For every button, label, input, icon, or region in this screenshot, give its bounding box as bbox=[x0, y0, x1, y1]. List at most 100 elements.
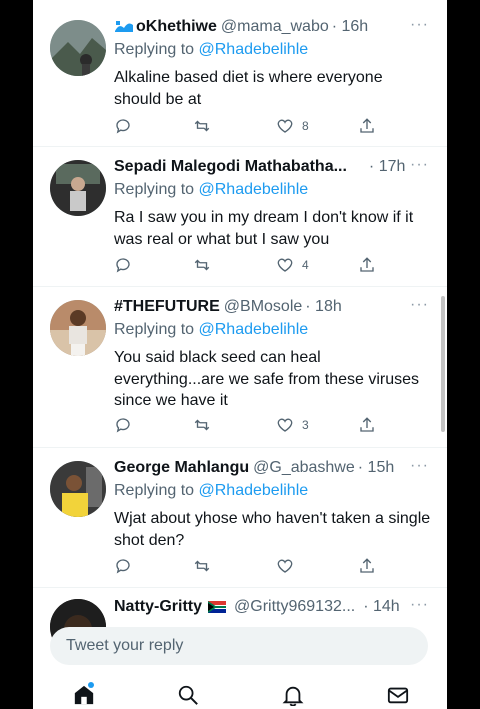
retweet-icon bbox=[194, 560, 210, 572]
like-count: 3 bbox=[302, 418, 309, 432]
display-name[interactable]: Natty-Gritty bbox=[114, 598, 202, 616]
bottom-navigation bbox=[33, 680, 447, 709]
mention-link[interactable]: @Rhadebelihle bbox=[199, 321, 309, 338]
mention-link[interactable]: @Rhadebelihle bbox=[199, 41, 309, 58]
tweet-text: Wjat about yhose who haven't taken a sin… bbox=[114, 510, 431, 549]
display-name[interactable]: George Mahlangu bbox=[114, 459, 249, 477]
tweet-text: You said black seed can heal everything.… bbox=[114, 349, 420, 409]
home-tab[interactable] bbox=[73, 682, 97, 708]
user-handle[interactable]: @BMosole bbox=[224, 298, 303, 316]
replying-to: Replying to @Rhadebelihle bbox=[114, 321, 308, 339]
tweet-header: #THEFUTURE @BMosole · 18h ··· bbox=[114, 296, 435, 318]
replying-to-label: Replying to bbox=[114, 321, 195, 338]
timestamp[interactable]: · 15h bbox=[358, 459, 394, 477]
heart-icon bbox=[277, 258, 293, 272]
more-options-icon[interactable]: ··· bbox=[410, 457, 429, 475]
like-button[interactable]: 3 bbox=[276, 415, 309, 435]
user-handle[interactable]: @Gritty969132... bbox=[234, 598, 355, 616]
like-count: 8 bbox=[302, 119, 309, 133]
reply-button[interactable] bbox=[114, 415, 132, 435]
tweet-actions: 3 bbox=[114, 415, 394, 435]
share-icon bbox=[360, 118, 374, 133]
search-tab[interactable] bbox=[177, 684, 201, 708]
reply-input[interactable] bbox=[64, 636, 408, 656]
mention-link[interactable]: @Rhadebelihle bbox=[199, 482, 309, 499]
timestamp[interactable]: · 18h bbox=[305, 298, 341, 316]
retweet-icon bbox=[194, 419, 210, 431]
user-handle[interactable]: @G_abashwe bbox=[253, 459, 355, 477]
messages-tab[interactable] bbox=[387, 684, 411, 708]
display-name[interactable]: Sepadi Malegodi Mathabatha... bbox=[114, 158, 347, 176]
display-name[interactable]: oKhethiwe bbox=[136, 18, 217, 36]
share-button[interactable] bbox=[358, 116, 376, 136]
scrollbar[interactable] bbox=[441, 296, 445, 432]
avatar[interactable] bbox=[50, 160, 106, 216]
tweet-text: Alkaline based diet is where everyone sh… bbox=[114, 69, 383, 108]
tweet-header: oKhethiwe @mama_wabo · 16h ··· bbox=[114, 16, 435, 38]
reply-button[interactable] bbox=[114, 116, 132, 136]
share-icon bbox=[360, 417, 374, 432]
timestamp[interactable]: · 17h bbox=[369, 158, 405, 176]
retweet-button[interactable] bbox=[193, 556, 211, 576]
tweet[interactable]: Sepadi Malegodi Mathabatha... · 17h ··· … bbox=[33, 147, 447, 287]
more-options-icon[interactable]: ··· bbox=[410, 16, 429, 34]
display-name[interactable]: #THEFUTURE bbox=[114, 298, 220, 316]
home-notification-dot bbox=[88, 682, 94, 688]
avatar[interactable] bbox=[50, 300, 106, 356]
timestamp[interactable]: · 14h bbox=[363, 598, 399, 616]
tweet-header: Sepadi Malegodi Mathabatha... · 17h ··· bbox=[114, 156, 435, 178]
timestamp[interactable]: · 16h bbox=[332, 18, 368, 36]
replying-to-label: Replying to bbox=[114, 482, 195, 499]
reply-button[interactable] bbox=[114, 255, 132, 275]
south-africa-flag-icon bbox=[208, 601, 227, 613]
reply-icon bbox=[116, 559, 130, 574]
like-button[interactable]: 8 bbox=[276, 116, 309, 136]
tweet-actions bbox=[114, 556, 394, 576]
replying-to: Replying to @Rhadebelihle bbox=[114, 482, 308, 500]
like-button[interactable]: 4 bbox=[276, 255, 309, 275]
retweet-icon bbox=[194, 259, 210, 271]
retweet-icon bbox=[194, 120, 210, 132]
tweet[interactable]: George Mahlangu @G_abashwe · 15h ··· Rep… bbox=[33, 448, 447, 588]
more-options-icon[interactable]: ··· bbox=[410, 296, 429, 314]
search-icon bbox=[178, 685, 198, 705]
tweet-header: Natty-Gritty @Gritty969132... · 14h ··· bbox=[114, 596, 435, 618]
replying-to-label: Replying to bbox=[114, 41, 195, 58]
tweet[interactable]: oKhethiwe @mama_wabo · 16h ··· Replying … bbox=[33, 0, 447, 147]
share-button[interactable] bbox=[358, 415, 376, 435]
reply-button[interactable] bbox=[114, 556, 132, 576]
reply-icon bbox=[116, 119, 130, 134]
heart-icon bbox=[277, 559, 293, 573]
heart-icon bbox=[277, 418, 293, 432]
messages-icon bbox=[387, 687, 409, 704]
tweet-actions: 8 bbox=[114, 116, 394, 136]
share-icon bbox=[360, 257, 374, 272]
avatar[interactable] bbox=[50, 20, 106, 76]
heart-icon bbox=[277, 119, 293, 133]
share-button[interactable] bbox=[358, 255, 376, 275]
tweet-text: Ra I saw you in my dream I don't know if… bbox=[114, 209, 414, 248]
replying-to-label: Replying to bbox=[114, 181, 195, 198]
retweet-button[interactable] bbox=[193, 116, 211, 136]
mention-link[interactable]: @Rhadebelihle bbox=[199, 181, 309, 198]
reply-icon bbox=[116, 418, 130, 433]
notifications-icon bbox=[282, 686, 304, 707]
replying-to: Replying to @Rhadebelihle bbox=[114, 181, 308, 199]
notifications-tab[interactable] bbox=[282, 684, 306, 708]
tweet-actions: 4 bbox=[114, 255, 394, 275]
tweet[interactable]: Natty-Gritty @Gritty969132... · 14h ··· bbox=[33, 588, 447, 655]
retweet-button[interactable] bbox=[193, 415, 211, 435]
user-handle[interactable]: @mama_wabo bbox=[221, 18, 329, 36]
tweet-header: George Mahlangu @G_abashwe · 15h ··· bbox=[114, 457, 435, 479]
like-button[interactable] bbox=[276, 556, 302, 576]
more-options-icon[interactable]: ··· bbox=[410, 156, 429, 174]
avatar[interactable] bbox=[50, 461, 106, 517]
reply-composer[interactable] bbox=[50, 627, 428, 665]
retweet-button[interactable] bbox=[193, 255, 211, 275]
more-options-icon[interactable]: ··· bbox=[410, 596, 429, 614]
share-icon bbox=[360, 558, 374, 573]
tweet-thread-screen: oKhethiwe @mama_wabo · 16h ··· Replying … bbox=[33, 0, 447, 709]
share-button[interactable] bbox=[358, 556, 376, 576]
like-count: 4 bbox=[302, 258, 309, 272]
tweet[interactable]: #THEFUTURE @BMosole · 18h ··· Replying t… bbox=[33, 287, 447, 448]
